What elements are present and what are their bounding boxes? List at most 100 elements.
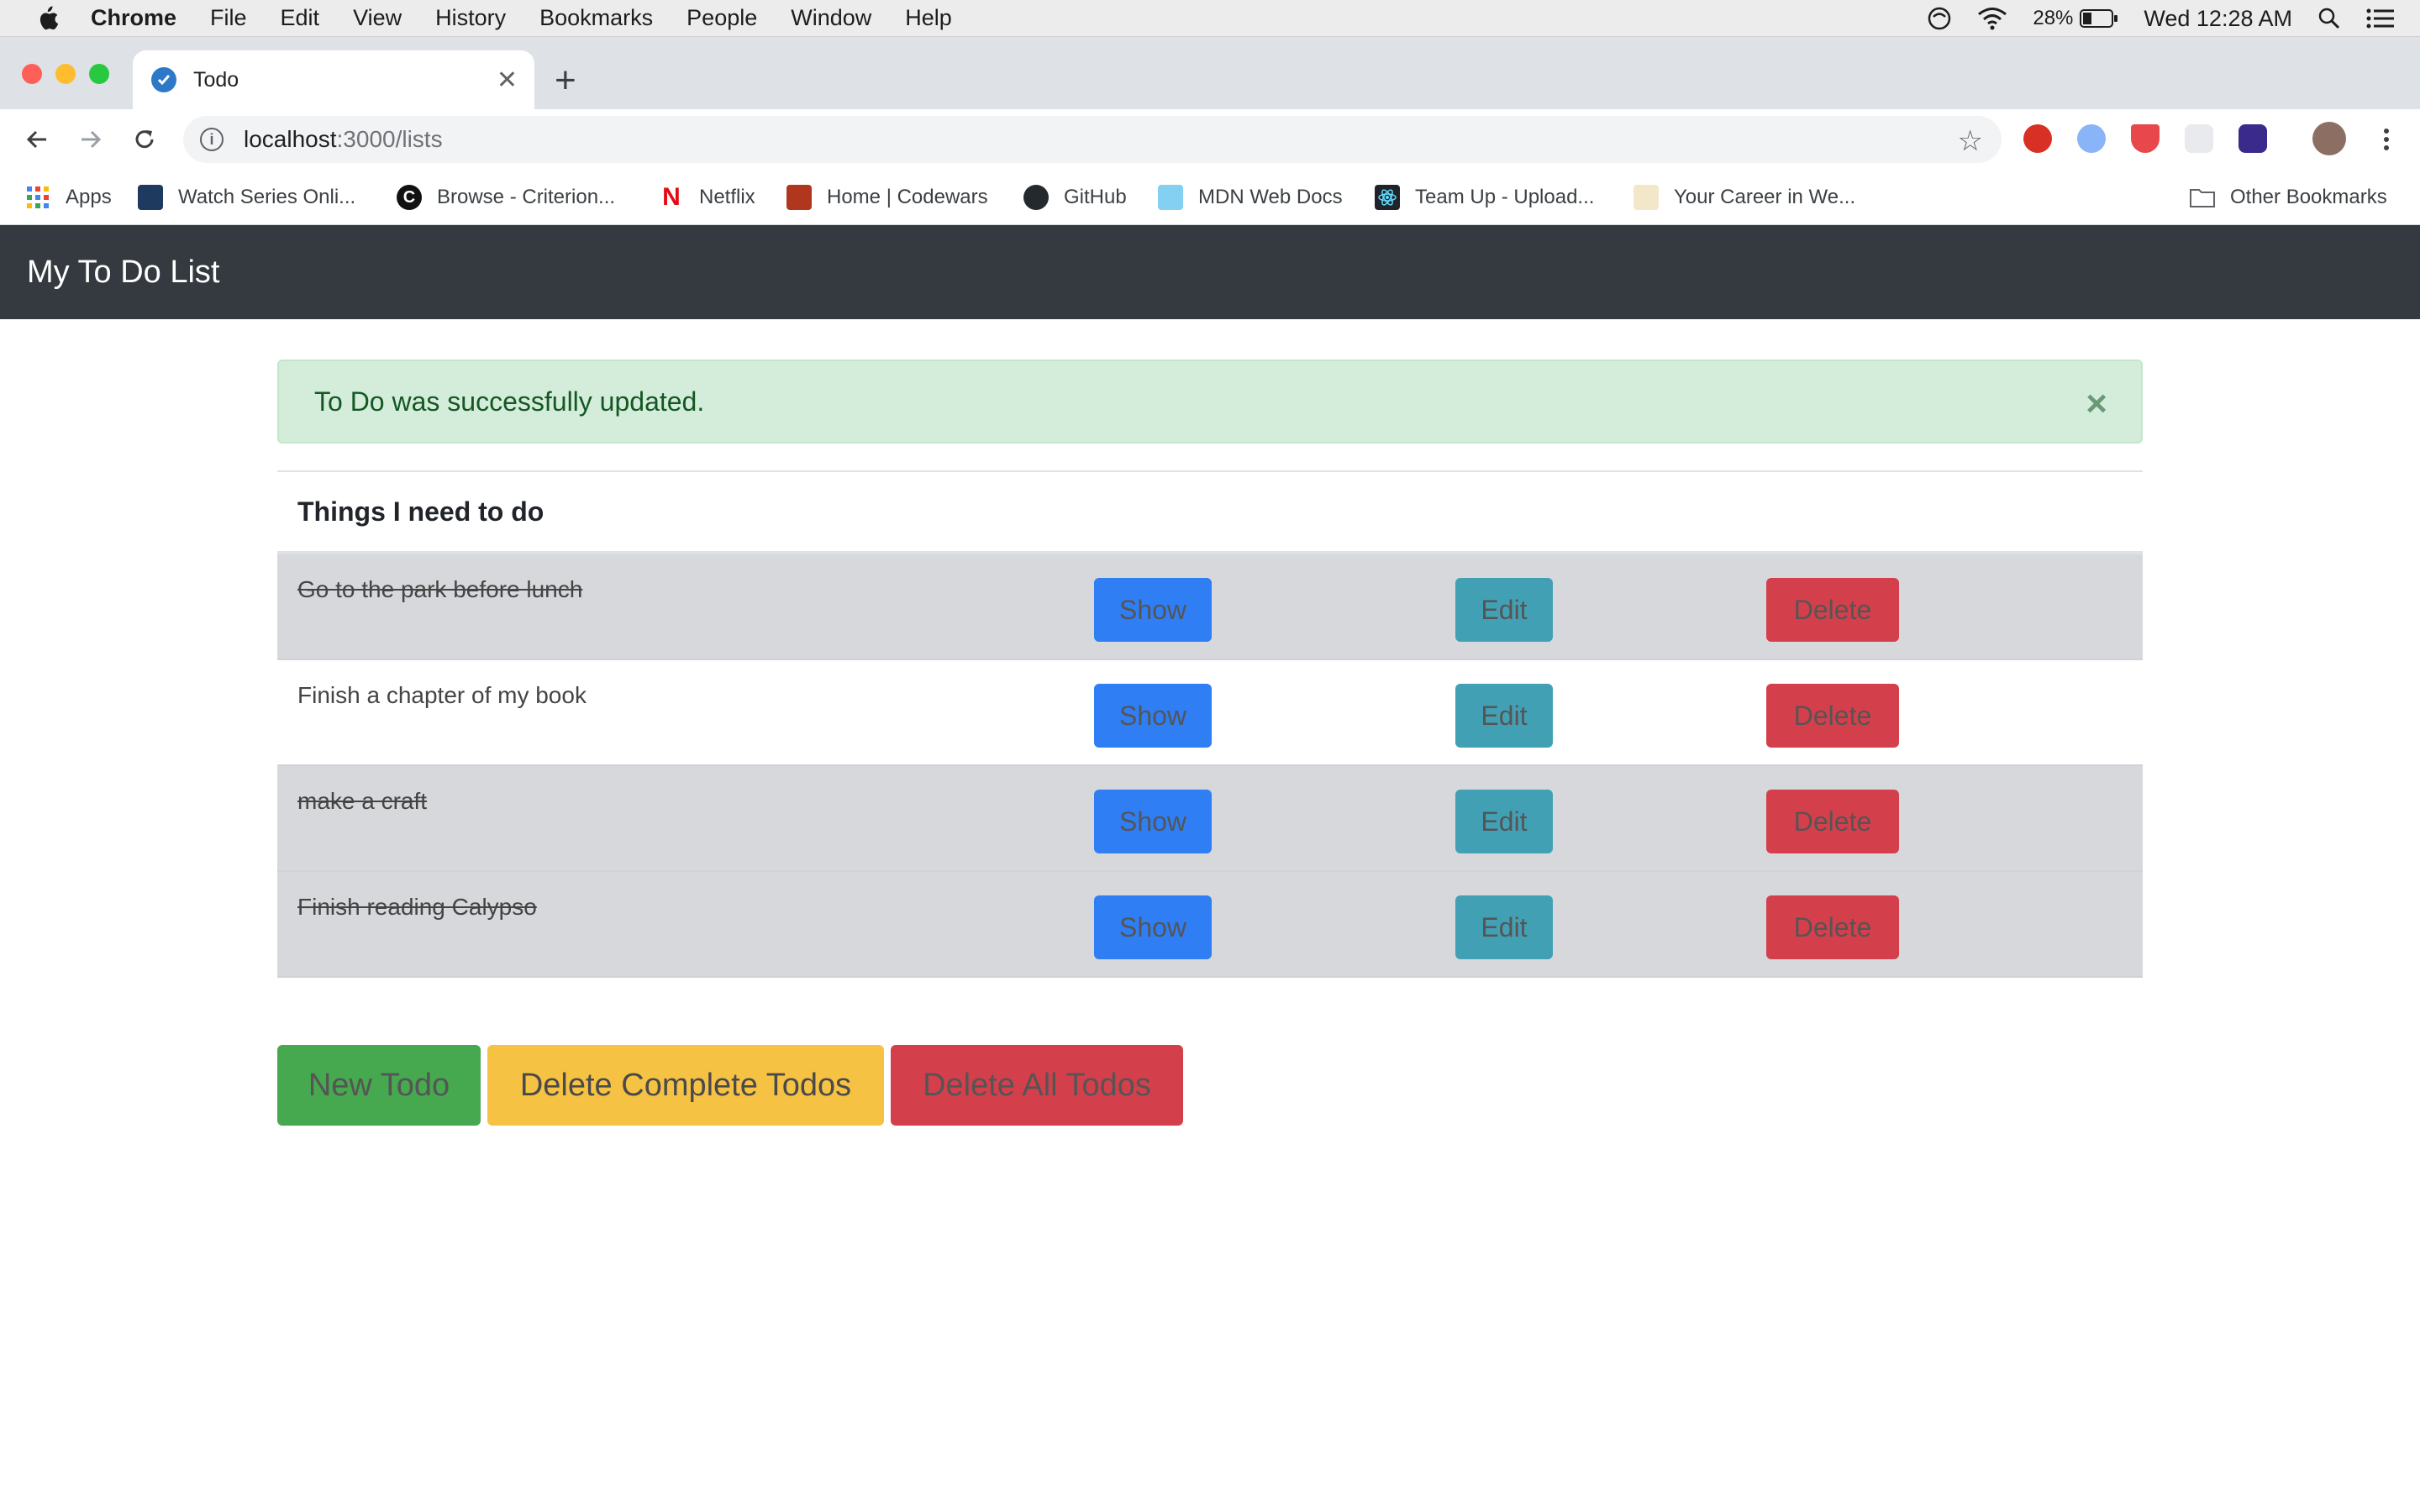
bookmark-github[interactable]: GitHub (1023, 185, 1127, 210)
spotlight-search-icon[interactable] (2317, 7, 2341, 30)
bookmark-team-up[interactable]: Team Up - Upload... (1375, 185, 1594, 210)
delete-button[interactable]: Delete (1766, 684, 1899, 748)
notification-center-icon[interactable] (2366, 8, 2395, 29)
sync-status-icon[interactable] (1927, 6, 1952, 31)
show-button[interactable]: Show (1094, 895, 1212, 959)
folder-icon (2190, 185, 2215, 210)
bookmark-label: Apps (66, 186, 112, 208)
apple-logo-icon[interactable] (32, 3, 62, 34)
window-minimize-button[interactable] (55, 64, 76, 84)
delete-button[interactable]: Delete (1766, 790, 1899, 853)
bookmark-your-career[interactable]: Your Career in We... (1634, 185, 1855, 210)
show-button[interactable]: Show (1094, 578, 1212, 642)
apps-grid-icon (25, 185, 50, 210)
delete-all-todos-button[interactable]: Delete All Todos (891, 1045, 1183, 1126)
edit-button[interactable]: Edit (1455, 895, 1553, 959)
extension-w-icon[interactable] (2238, 124, 2267, 153)
delete-complete-todos-button[interactable]: Delete Complete Todos (487, 1045, 884, 1126)
watch-series-favicon-icon (138, 185, 163, 210)
address-bar[interactable]: i localhost:3000/lists ☆ (183, 116, 2002, 163)
menu-history[interactable]: History (435, 5, 506, 31)
bookmark-label: Team Up - Upload... (1415, 186, 1595, 208)
battery-percent: 28% (2033, 7, 2074, 29)
menu-window[interactable]: Window (791, 5, 871, 31)
career-favicon-icon (1634, 185, 1659, 210)
url-text[interactable]: localhost:3000/lists (244, 126, 443, 153)
delete-button[interactable]: Delete (1766, 578, 1899, 642)
table-row: Finish a chapter of my book Show Edit De… (277, 660, 2143, 766)
show-button[interactable]: Show (1094, 684, 1212, 748)
bookmark-codewars[interactable]: Home | Codewars (786, 185, 988, 210)
edit-button[interactable]: Edit (1455, 578, 1553, 642)
site-info-icon[interactable]: i (200, 128, 224, 151)
show-button[interactable]: Show (1094, 790, 1212, 853)
app-brand[interactable]: My To Do List (27, 255, 219, 291)
menu-app-name[interactable]: Chrome (91, 5, 176, 31)
profile-avatar[interactable] (2312, 122, 2346, 155)
alert-close-icon[interactable]: × (2086, 383, 2107, 425)
delete-button[interactable]: Delete (1766, 895, 1899, 959)
table-header-title: Things I need to do (297, 496, 544, 527)
todo-actions: New Todo Delete Complete Todos Delete Al… (277, 1045, 1190, 1126)
alert-message: To Do was successfully updated. (314, 386, 705, 417)
bookmark-criterion[interactable]: C Browse - Criterion... (397, 185, 615, 210)
menu-edit[interactable]: Edit (281, 5, 320, 31)
clock[interactable]: Wed 12:28 AM (2144, 6, 2292, 32)
todo-favicon-icon (151, 67, 176, 92)
bookmark-label: Your Career in We... (1674, 186, 1856, 208)
forward-arrow-icon[interactable] (74, 123, 108, 156)
window-close-button[interactable] (22, 64, 42, 84)
adblock-extension-icon[interactable] (2023, 124, 2052, 153)
table-row: make a craft Show Edit Delete (277, 766, 2143, 872)
app-navbar: My To Do List (0, 225, 2420, 319)
browser-tab-todo[interactable]: Todo ✕ (133, 50, 534, 109)
todo-text: Go to the park before lunch (297, 576, 583, 602)
new-tab-button[interactable]: + (555, 62, 576, 99)
mdn-favicon-icon (1158, 185, 1183, 210)
bookmark-watch-series[interactable]: Watch Series Onli... (138, 185, 355, 210)
edit-button[interactable]: Edit (1455, 684, 1553, 748)
bookmark-label: MDN Web Docs (1198, 186, 1343, 208)
reload-icon[interactable] (128, 123, 161, 156)
menu-file[interactable]: File (210, 5, 247, 31)
tab-close-icon[interactable]: ✕ (497, 66, 518, 95)
bookmark-apps[interactable]: Apps (25, 185, 112, 210)
todo-text: make a craft (297, 788, 428, 814)
shield-extension-icon[interactable] (2131, 124, 2160, 153)
todo-text: Finish reading Calypso (297, 894, 537, 920)
bookmarks-bar: Apps Watch Series Onli... C Browse - Cri… (0, 170, 2420, 225)
bookmark-netflix[interactable]: N Netflix (659, 183, 755, 211)
menu-view[interactable]: View (353, 5, 402, 31)
bookmark-mdn[interactable]: MDN Web Docs (1158, 185, 1343, 210)
extension-icon[interactable] (2077, 124, 2106, 153)
bookmark-label: Netflix (699, 186, 755, 208)
todo-table: Things I need to do Go to the park befor… (277, 470, 2143, 978)
react-favicon-icon (1375, 185, 1400, 210)
wifi-icon[interactable] (1977, 7, 2007, 30)
browser-tab-strip: Todo ✕ + (0, 37, 2420, 109)
bookmark-star-icon[interactable]: ☆ (1958, 124, 1983, 158)
edit-button[interactable]: Edit (1455, 790, 1553, 853)
todo-text: Finish a chapter of my book (297, 682, 587, 708)
menu-help[interactable]: Help (905, 5, 952, 31)
menu-people[interactable]: People (687, 5, 757, 31)
bookmark-label: Home | Codewars (827, 186, 988, 208)
browser-toolbar: i localhost:3000/lists ☆ (0, 109, 2420, 170)
macos-menu-bar: Chrome File Edit View History Bookmarks … (0, 0, 2420, 37)
success-alert: To Do was successfully updated. × (277, 360, 2143, 444)
bookmark-label: GitHub (1064, 186, 1127, 208)
chrome-menu-icon[interactable] (2370, 123, 2403, 156)
criterion-favicon-icon: C (397, 185, 422, 210)
window-zoom-button[interactable] (89, 64, 109, 84)
extension-grid-icon[interactable] (2185, 124, 2213, 153)
table-row: Finish reading Calypso Show Edit Delete (277, 872, 2143, 978)
new-todo-button[interactable]: New Todo (277, 1045, 481, 1126)
bookmark-other-bookmarks[interactable]: Other Bookmarks (2190, 185, 2387, 210)
bookmark-label: Other Bookmarks (2230, 186, 2387, 208)
battery-icon[interactable] (2080, 8, 2118, 29)
back-arrow-icon[interactable] (20, 123, 54, 156)
codewars-favicon-icon (786, 185, 812, 210)
github-favicon-icon (1023, 185, 1049, 210)
tab-title: Todo (193, 67, 239, 92)
menu-bookmarks[interactable]: Bookmarks (539, 5, 653, 31)
